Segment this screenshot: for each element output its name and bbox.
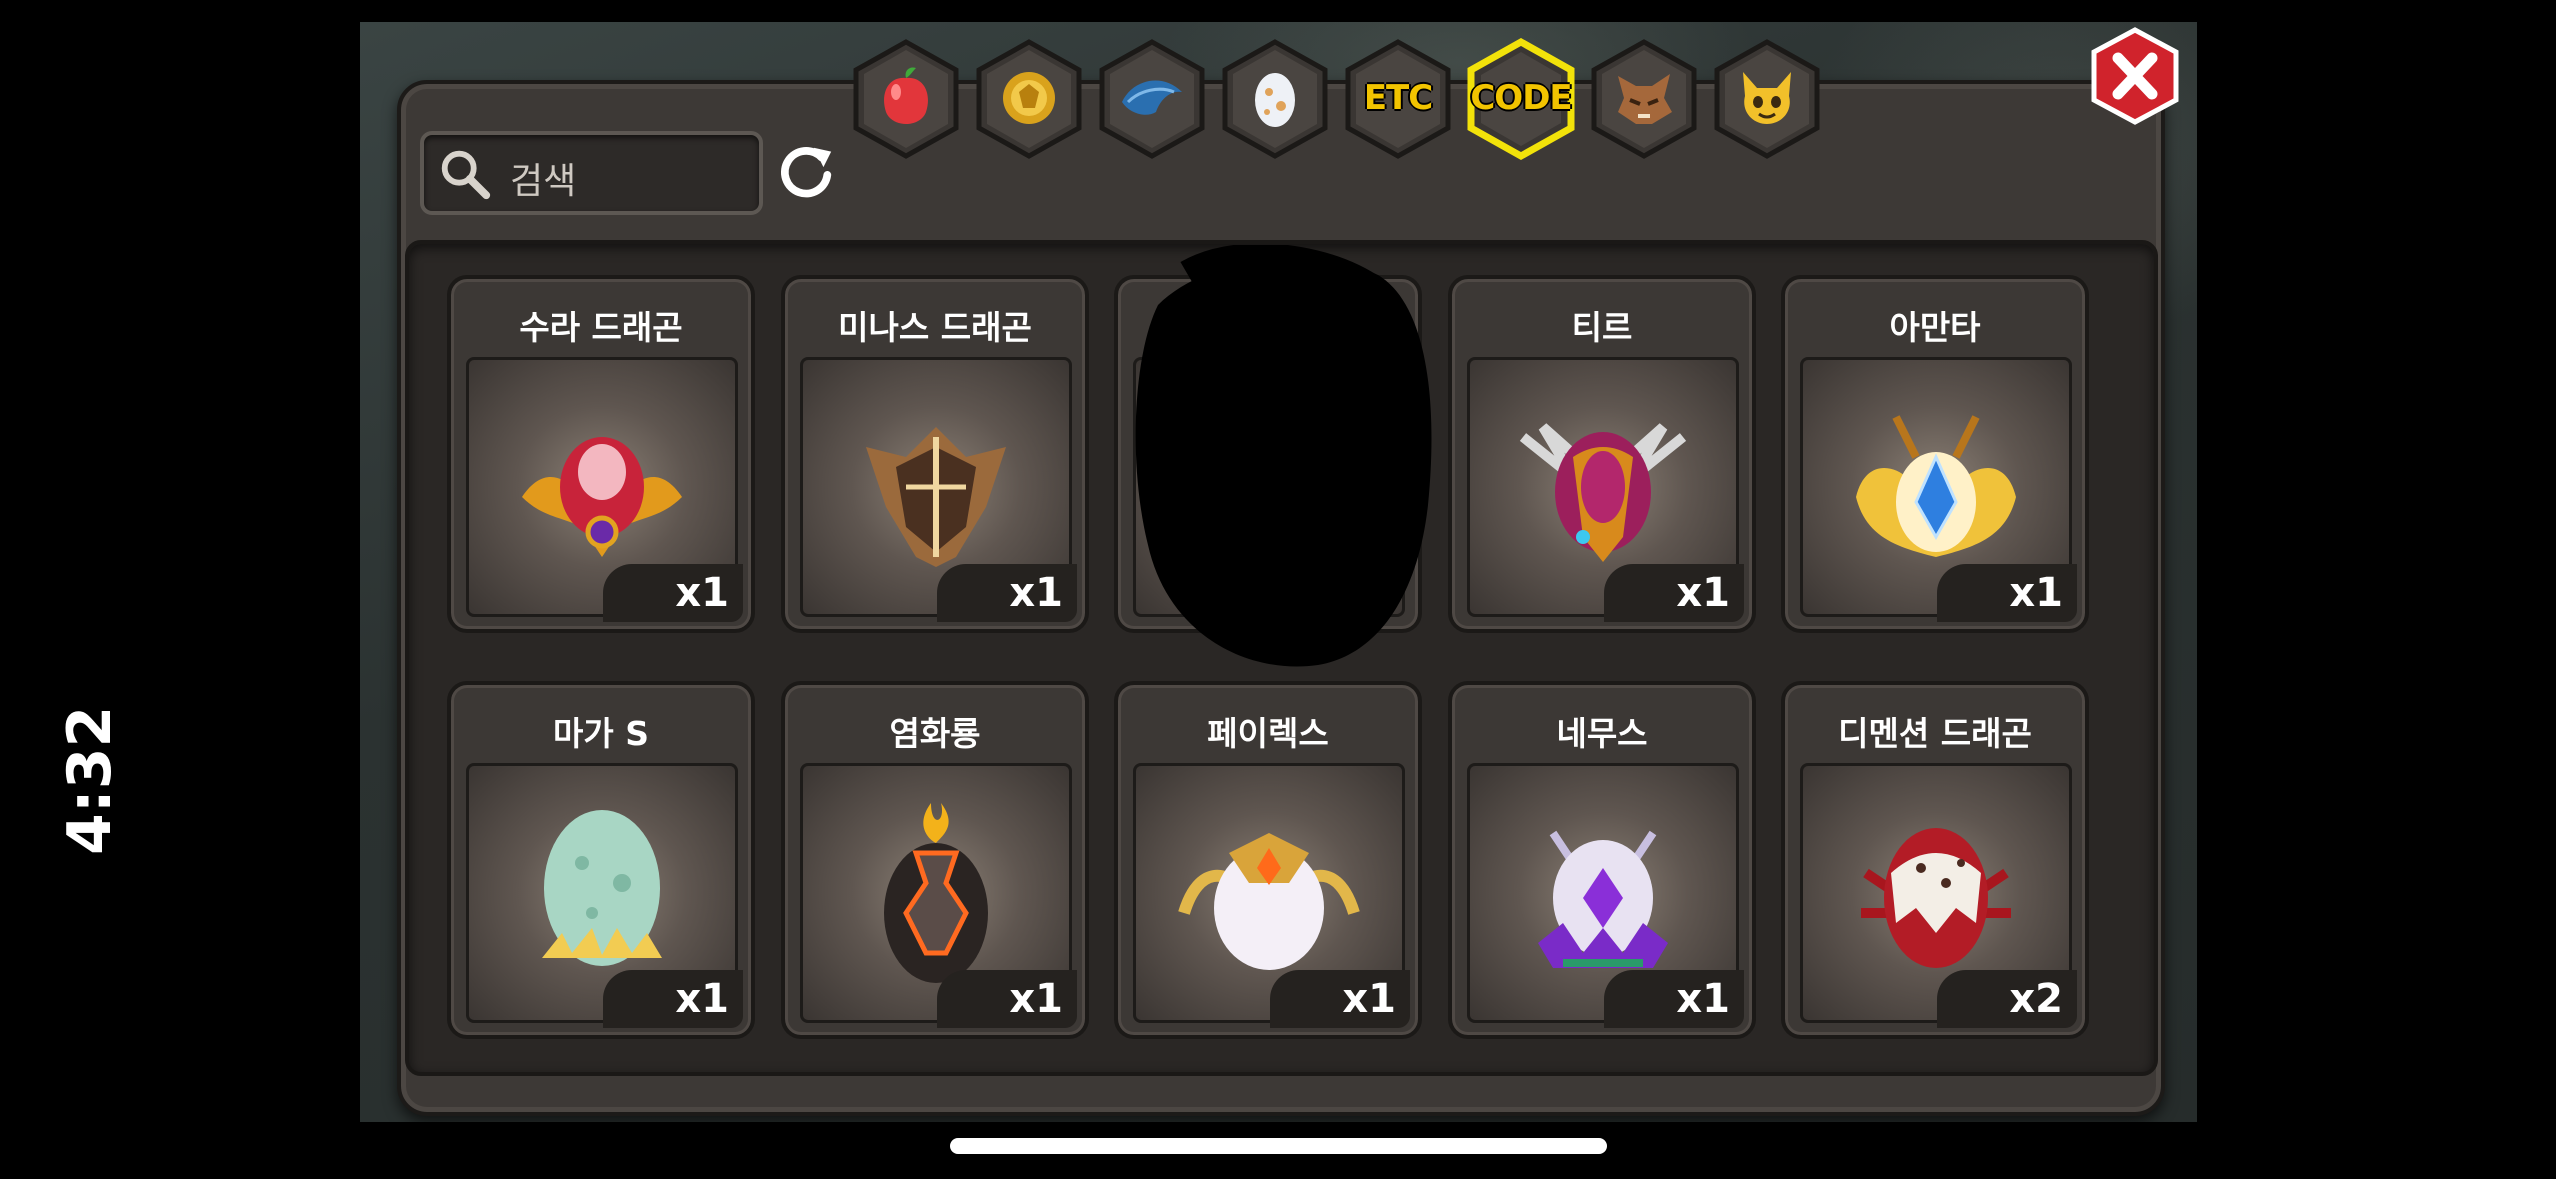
blue-feather-icon [1122,80,1182,115]
item-name: 미나스 드래곤 [838,308,1032,347]
item-image: x1 [1800,357,2077,622]
item-card-yeomhwaryong[interactable]: 염화룡 x1 [781,681,1089,1039]
item-quantity: x1 [1270,970,1410,1028]
item-quantity: x1 [1604,564,1744,622]
tab-code-label: CODE [1470,78,1572,118]
item-quantity: x1 [603,970,743,1028]
golden-crystal-egg-icon [1856,415,2016,557]
item-quantity: x1 [603,564,743,622]
item-name: 티르 [1571,308,1633,347]
lava-egg-icon [884,803,988,983]
item-quantity: x1 [937,970,1077,1028]
tab-beast[interactable] [1588,38,1700,160]
category-tabs: ETC CODE [850,38,1850,168]
item-image: x1 [466,357,743,622]
item-name: 염화룡 [889,714,981,753]
search-icon [441,150,491,200]
mint-egg-icon [542,810,662,966]
item-quantity: x1 [1937,564,2077,622]
item-card-nemus[interactable]: 네무스 x1 [1448,681,1756,1039]
refresh-icon[interactable] [775,140,837,202]
tab-feather[interactable] [1096,38,1208,160]
item-name: 디멘션 드래곤 [1838,714,2032,753]
tab-fruit[interactable] [850,38,962,160]
egg-icon [1255,73,1295,127]
item-quantity: x1 [937,564,1077,622]
tab-gold[interactable] [973,38,1085,160]
item-name: 네무스 [1556,714,1648,753]
spotted-red-egg-icon [1861,828,2011,968]
item-quantity: x2 [1937,970,2077,1028]
search-placeholder: 검색 [510,161,577,202]
item-image: x1 [1467,763,1744,1028]
fruit-icon [884,67,928,124]
redaction-scribble [1135,245,1432,667]
item-image: x1 [1133,763,1410,1028]
item-card-peirex[interactable]: 페이렉스 x1 [1114,681,1422,1039]
close-icon[interactable] [2088,26,2182,126]
item-image: x1 [800,357,1077,622]
item-image: x2 [1800,763,2077,1028]
item-name: 마가 S [553,714,649,753]
item-name: 아만타 [1889,308,1981,347]
item-card-amanta[interactable]: 아만타 x1 [1781,275,2089,633]
purple-crystal-egg-icon [1538,830,1668,968]
home-indicator[interactable] [950,1138,1607,1154]
tab-etc[interactable]: ETC [1342,38,1454,160]
tab-code[interactable]: CODE [1465,38,1577,160]
item-name: 수라 드래곤 [519,308,683,347]
item-image: x1 [800,763,1077,1028]
search-field[interactable]: 검색 [420,131,763,215]
item-image: x1 [1467,357,1744,622]
item-quantity: x1 [1604,970,1744,1028]
crimson-gold-egg-icon [522,437,682,557]
item-card-sura-dragon[interactable]: 수라 드래곤 x1 [447,275,755,633]
tab-creature[interactable] [1711,38,1823,160]
status-time: 4:32 [55,705,125,855]
tab-etc-label: ETC [1363,78,1433,118]
item-card-dimension-dragon[interactable]: 디멘션 드래곤 x2 [1781,681,2089,1039]
wolf-head-icon [1618,74,1672,124]
item-card-maga-s[interactable]: 마가 S x1 [447,681,755,1039]
item-card-tir[interactable]: 티르 x1 [1448,275,1756,633]
tab-egg[interactable] [1219,38,1331,160]
white-gold-egg-icon [1178,833,1360,970]
magenta-winged-egg-icon [1519,423,1687,562]
yellow-creature-icon [1743,72,1791,124]
item-name: 페이렉스 [1207,714,1329,753]
item-image: x1 [466,763,743,1028]
gold-coin-icon [1003,72,1055,124]
item-card-minas-dragon[interactable]: 미나스 드래곤 x1 [781,275,1089,633]
bronze-helmet-egg-icon [866,427,1006,567]
